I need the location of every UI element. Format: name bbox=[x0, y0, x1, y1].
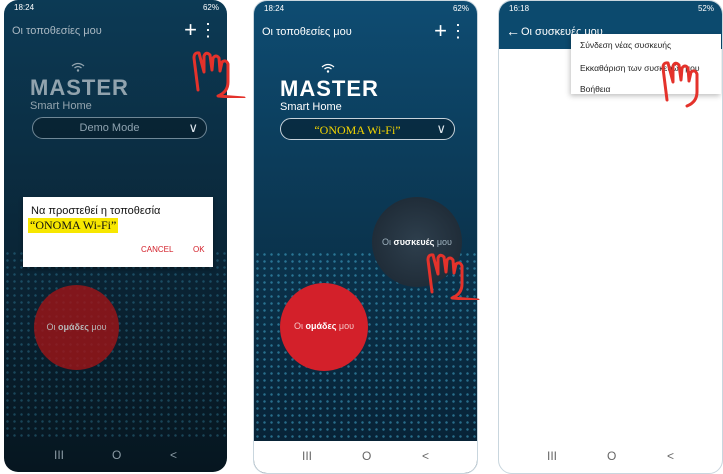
status-bar: 16:18 52% bbox=[499, 1, 722, 15]
dialog-message: Να προστεθεί η τοποθεσία bbox=[31, 205, 161, 217]
my-devices-prefix: Οι bbox=[382, 237, 394, 247]
my-groups-bold: ομάδες bbox=[305, 321, 337, 331]
my-groups-button[interactable]: Οι ομάδες μου bbox=[34, 285, 119, 370]
dialog-location-name: “ONOMA Wi-Fi” bbox=[28, 218, 119, 233]
wifi-icon bbox=[321, 63, 335, 73]
menu-item-help[interactable]: Βοήθεια bbox=[580, 84, 610, 94]
ok-button[interactable]: OK bbox=[193, 245, 205, 254]
more-vert-icon[interactable]: ⋮ bbox=[449, 20, 467, 42]
status-battery: 62% bbox=[202, 3, 219, 12]
home-icon[interactable]: O bbox=[112, 448, 121, 462]
location-selector[interactable]: Demo Mode ∨ bbox=[32, 117, 207, 139]
location-selector-value: “ONOMA Wi-Fi” bbox=[314, 123, 401, 137]
nav-bar: III O < bbox=[254, 441, 477, 473]
status-time: 18:24 bbox=[264, 4, 285, 13]
recents-icon[interactable]: III bbox=[547, 449, 557, 463]
logo-brand: MASTER bbox=[30, 75, 129, 100]
back-icon[interactable]: < bbox=[170, 448, 177, 462]
nav-bar: III O < bbox=[4, 440, 227, 472]
status-time: 18:24 bbox=[14, 3, 35, 12]
tap-hand-icon bbox=[426, 253, 480, 300]
my-groups-bold: ομάδες bbox=[57, 322, 89, 332]
app-bar-title: Οι τοποθεσίες μου bbox=[262, 26, 352, 38]
status-bar: 18:24 62% bbox=[4, 0, 227, 14]
status-battery: 62% bbox=[452, 4, 469, 13]
nav-bar: III O < bbox=[499, 441, 722, 473]
logo-brand: MASTER bbox=[280, 76, 379, 101]
my-groups-button[interactable]: Οι ομάδες μου bbox=[280, 283, 368, 371]
status-time: 16:18 bbox=[509, 4, 530, 13]
app-bar-title: Οι τοποθεσίες μου bbox=[12, 25, 102, 37]
my-groups-prefix: Οι bbox=[46, 322, 58, 332]
status-bar: 18:24 62% bbox=[254, 1, 477, 15]
location-selector[interactable]: “ONOMA Wi-Fi” ∨ bbox=[280, 118, 455, 140]
back-icon[interactable]: < bbox=[422, 449, 429, 463]
logo-subtitle: Smart Home bbox=[280, 101, 342, 113]
my-groups-suffix: μου bbox=[336, 321, 355, 331]
chevron-down-icon: ∨ bbox=[188, 120, 198, 135]
home-icon[interactable]: O bbox=[607, 449, 616, 463]
chevron-down-icon: ∨ bbox=[436, 121, 446, 136]
app-bar: Οι τοποθεσίες μου + ⋮ bbox=[254, 15, 477, 51]
wifi-icon bbox=[71, 62, 85, 72]
tap-hand-icon bbox=[661, 61, 699, 108]
status-battery: 52% bbox=[697, 4, 714, 13]
back-icon[interactable]: < bbox=[667, 449, 674, 463]
logo-subtitle: Smart Home bbox=[30, 100, 92, 112]
my-groups-suffix: μου bbox=[88, 322, 107, 332]
cancel-button[interactable]: CANCEL bbox=[141, 245, 173, 254]
arrow-back-icon[interactable]: ← bbox=[506, 23, 520, 39]
location-selector-value: Demo Mode bbox=[79, 122, 140, 134]
plus-icon[interactable]: + bbox=[434, 20, 447, 42]
tap-hand-icon bbox=[192, 51, 246, 98]
recents-icon[interactable]: III bbox=[54, 448, 64, 462]
recents-icon[interactable]: III bbox=[302, 449, 312, 463]
home-icon[interactable]: O bbox=[362, 449, 371, 463]
phone-screen-home: 18:24 62% Οι τοποθεσίες μου + ⋮ MASTER S… bbox=[253, 0, 478, 474]
add-location-dialog: Να προστεθεί η τοποθεσία “ONOMA Wi-Fi” C… bbox=[23, 197, 213, 267]
my-groups-prefix: Οι bbox=[293, 321, 306, 331]
